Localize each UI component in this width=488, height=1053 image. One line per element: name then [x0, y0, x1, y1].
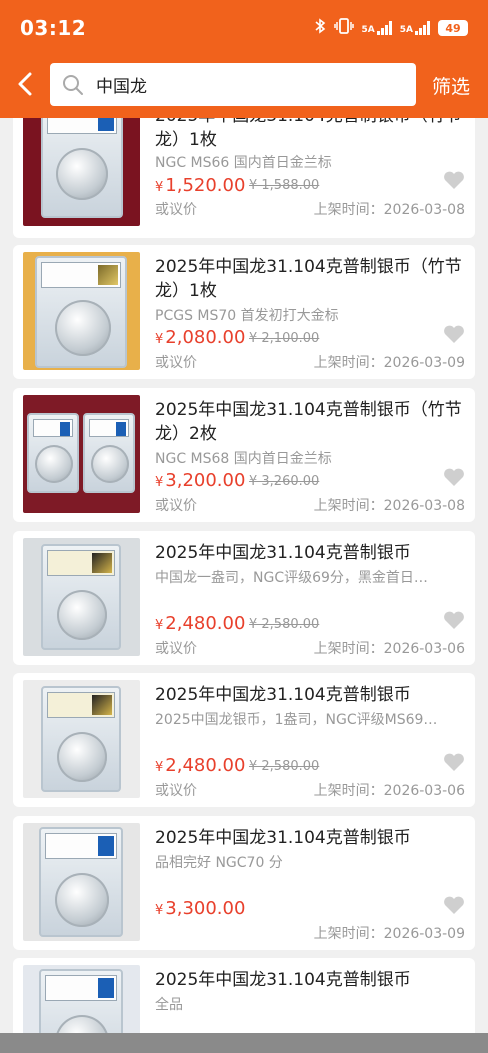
signal-icon-2: 5A: [400, 21, 430, 35]
list-item[interactable]: 2025年中国龙31.104克普制银币 2025中国龙银币，1盎司，NGC评级M…: [13, 673, 475, 807]
product-image: [23, 538, 140, 656]
item-original-price: ¥ 2,580.00: [249, 617, 320, 632]
list-item[interactable]: 2025年中国龙31.104克普制银币（竹节龙）1枚 NGC MS66 国内首日…: [13, 118, 475, 238]
item-negotiable: 或议价: [155, 783, 197, 799]
product-image: [23, 965, 140, 1033]
heart-icon[interactable]: [443, 752, 465, 772]
item-price: ¥2,080.00: [155, 327, 246, 348]
item-negotiable: 或议价: [155, 641, 197, 657]
heart-icon[interactable]: [443, 895, 465, 915]
product-image: [23, 252, 140, 370]
heart-icon[interactable]: [443, 170, 465, 190]
item-posted-time: 上架时间：2026-03-09: [313, 926, 465, 942]
search-input[interactable]: 中国龙: [50, 63, 416, 106]
item-desc: NGC MS68 国内首日金兰标: [155, 451, 332, 467]
item-original-price: ¥ 2,580.00: [249, 759, 320, 774]
filter-button[interactable]: 筛选: [432, 72, 470, 99]
item-posted-time: 上架时间：2026-03-06: [313, 783, 465, 799]
item-price: ¥1,520.00: [155, 175, 246, 196]
item-posted-time: 上架时间：2026-03-08: [313, 498, 465, 514]
search-icon: [63, 74, 83, 95]
item-negotiable: 或议价: [155, 498, 197, 514]
item-price: ¥3,200.00: [155, 470, 246, 491]
product-image: [23, 680, 140, 798]
heart-icon[interactable]: [443, 324, 465, 344]
product-image: [23, 395, 140, 513]
item-original-price: ¥ 3,260.00: [249, 474, 320, 489]
status-time: 03:12: [20, 16, 87, 40]
item-desc: 品相完好 NGC70 分: [155, 855, 283, 871]
item-original-price: ¥ 1,588.00: [249, 178, 320, 193]
list-item[interactable]: 2025年中国龙31.104克普制银币 中国龙一盎司，NGC评级69分，黑金首日…: [13, 531, 475, 665]
search-query: 中国龙: [96, 77, 147, 97]
network-type-2: 5A: [399, 25, 413, 35]
bottom-overlay-bar: [0, 1033, 488, 1053]
bluetooth-icon: [314, 18, 326, 38]
vibrate-icon: [333, 18, 354, 38]
network-type-1: 5A: [361, 25, 375, 35]
product-image: [23, 118, 140, 226]
item-price: ¥3,300.00: [155, 898, 246, 919]
list-item[interactable]: 2025年中国龙31.104克普制银币 全品: [13, 958, 475, 1033]
list-item[interactable]: 2025年中国龙31.104克普制银币（竹节龙）2枚 NGC MS68 国内首日…: [13, 388, 475, 522]
heart-icon[interactable]: [443, 610, 465, 630]
item-desc: 全品: [155, 997, 183, 1013]
item-desc: NGC MS66 国内首日金兰标: [155, 155, 332, 171]
product-list: 2025年中国龙31.104克普制银币（竹节龙）1枚 NGC MS66 国内首日…: [0, 118, 488, 1033]
heart-icon[interactable]: [443, 467, 465, 487]
product-image: [23, 823, 140, 941]
item-negotiable: 或议价: [155, 355, 197, 371]
signal-icon-1: 5A: [362, 21, 392, 35]
list-item[interactable]: 2025年中国龙31.104克普制银币（竹节龙）1枚 PCGS MS70 首发初…: [13, 245, 475, 379]
item-title: 2025年中国龙31.104克普制银币: [155, 543, 411, 563]
list-item[interactable]: 2025年中国龙31.104克普制银币 品相完好 NGC70 分 ¥3,300.…: [13, 816, 475, 950]
item-posted-time: 上架时间：2026-03-06: [313, 641, 465, 657]
battery-indicator: 49: [438, 20, 468, 36]
item-posted-time: 上架时间：2026-03-08: [313, 202, 465, 218]
top-bar: 03:12 5A 5A 49 中国龙 筛选: [0, 0, 488, 118]
item-title: 2025年中国龙31.104克普制银币（竹节龙）2枚: [155, 400, 462, 444]
back-button[interactable]: [12, 66, 40, 102]
status-icons: 5A 5A 49: [314, 18, 468, 38]
item-negotiable: 或议价: [155, 202, 197, 218]
item-price: ¥2,480.00: [155, 755, 246, 776]
item-title: 2025年中国龙31.104克普制银币（竹节龙）1枚: [155, 118, 462, 150]
item-desc: 中国龙一盎司，NGC评级69分，黑金首日…: [155, 570, 428, 586]
item-original-price: ¥ 2,100.00: [249, 331, 320, 346]
item-price: ¥2,480.00: [155, 613, 246, 634]
item-title: 2025年中国龙31.104克普制银币: [155, 685, 411, 705]
item-desc: 2025中国龙银币，1盎司，NGC评级MS69…: [155, 712, 438, 728]
chevron-left-icon: [18, 72, 32, 96]
status-bar: 03:12 5A 5A 49: [0, 0, 488, 56]
item-title: 2025年中国龙31.104克普制银币: [155, 828, 411, 848]
item-desc: PCGS MS70 首发初打大金标: [155, 308, 339, 324]
item-title: 2025年中国龙31.104克普制银币（竹节龙）1枚: [155, 257, 462, 301]
item-title: 2025年中国龙31.104克普制银币: [155, 970, 411, 990]
item-posted-time: 上架时间：2026-03-09: [313, 355, 465, 371]
